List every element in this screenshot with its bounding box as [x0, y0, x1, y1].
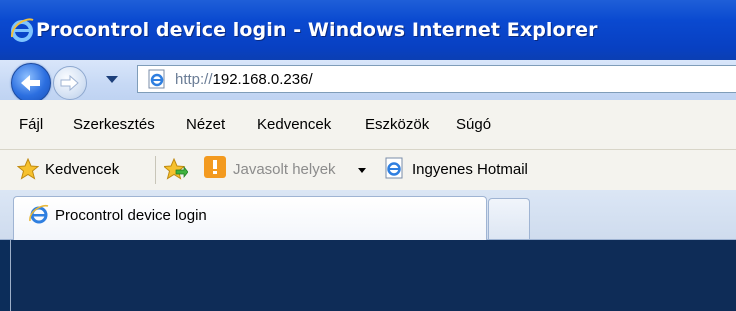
tab-label: Procontrol device login [55, 207, 207, 224]
suggested-dropdown-icon[interactable] [358, 168, 366, 173]
menu-view[interactable]: Nézet [186, 116, 225, 133]
back-button[interactable] [11, 63, 51, 103]
menu-help[interactable]: Súgó [456, 116, 491, 133]
ie-page-icon [385, 157, 403, 179]
window-title: Procontrol device login - Windows Intern… [36, 19, 598, 41]
hotmail-link[interactable]: Ingyenes Hotmail [412, 161, 528, 178]
url-host: 192.168.0.236/ [212, 71, 313, 88]
url-scheme: http:// [175, 71, 213, 88]
tab-ie-icon [29, 204, 49, 224]
page-content-area [10, 240, 736, 311]
suggested-sites-button[interactable]: Javasolt helyek [233, 161, 336, 178]
favorites-button[interactable]: Kedvencek [45, 161, 119, 178]
back-arrow-icon [21, 75, 40, 91]
dropdown-icon[interactable] [106, 76, 118, 83]
menu-file[interactable]: Fájl [19, 116, 43, 133]
add-favorite-icon[interactable] [164, 158, 188, 180]
page-icon [148, 69, 165, 89]
exclamation-bar [213, 160, 217, 169]
exclamation-dot [213, 171, 217, 174]
menu-edit[interactable]: Szerkesztés [73, 116, 155, 133]
new-tab-button[interactable] [488, 198, 530, 239]
suggested-sites-icon [204, 156, 226, 178]
ie-logo-icon [11, 18, 34, 42]
forward-arrow-icon [60, 74, 79, 92]
star-icon [17, 158, 39, 180]
favorites-divider [155, 156, 156, 184]
menu-tools[interactable]: Eszközök [365, 116, 429, 133]
menu-favorites[interactable]: Kedvencek [257, 116, 331, 133]
url-text[interactable]: http://192.168.0.236/ [175, 71, 313, 88]
forward-button[interactable] [53, 66, 87, 100]
